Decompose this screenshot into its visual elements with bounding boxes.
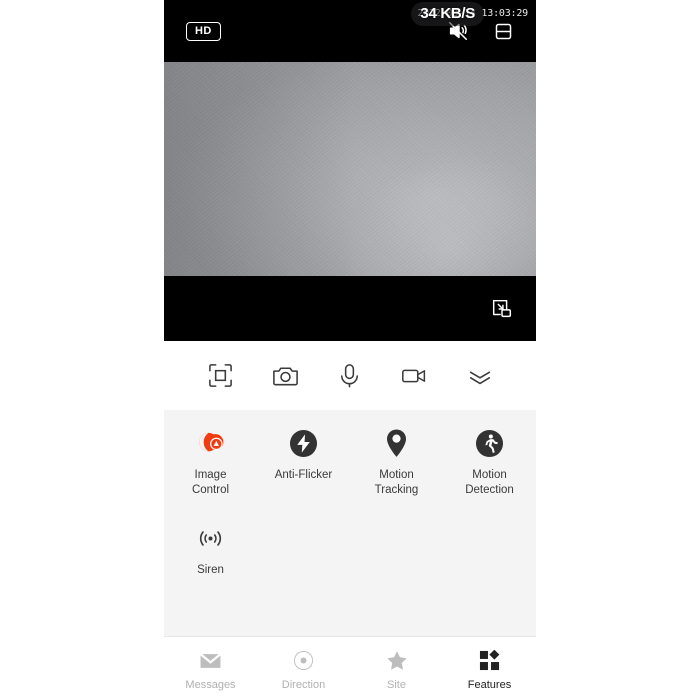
feature-motion-detection[interactable]: Motion Detection xyxy=(443,428,536,497)
nav-label: Site xyxy=(387,678,406,691)
anti-flicker-icon xyxy=(289,428,319,458)
motion-detection-icon xyxy=(475,428,505,458)
bandwidth-value: 34 KB/S xyxy=(420,5,475,22)
hd-quality-badge[interactable]: HD xyxy=(186,21,221,41)
nav-item-messages[interactable]: Messages xyxy=(164,650,257,691)
camera-app: HD 34 KB/S 13:03:29 Image Control Anti-F… xyxy=(164,0,536,700)
collapse-chevron-icon[interactable] xyxy=(457,353,503,399)
feature-label: Image Control xyxy=(191,469,230,496)
video-feed[interactable] xyxy=(164,62,536,276)
feature-anti-flicker[interactable]: Anti-Flicker xyxy=(257,428,350,497)
direction-pad-icon xyxy=(292,650,316,672)
camera-icon[interactable] xyxy=(262,353,308,399)
star-icon xyxy=(385,650,409,672)
picture-in-picture-icon[interactable] xyxy=(490,297,514,321)
siren-icon xyxy=(196,523,226,553)
nav-item-direction[interactable]: Direction xyxy=(257,650,350,691)
feature-label: Siren xyxy=(197,564,224,577)
feature-row-2: Siren xyxy=(164,523,536,578)
motion-tracking-icon xyxy=(382,428,412,458)
grid-icon xyxy=(478,650,502,672)
feature-label: Anti-Flicker xyxy=(274,469,333,481)
feature-image-control[interactable]: Image Control xyxy=(164,428,257,497)
nav-item-features[interactable]: Features xyxy=(443,650,536,691)
image-control-icon xyxy=(196,428,226,458)
feature-label: Motion Detection xyxy=(465,469,514,496)
player-bottom-bar xyxy=(164,276,536,341)
feature-slot-empty xyxy=(257,523,350,578)
video-camera-icon[interactable] xyxy=(392,353,438,399)
nav-item-site[interactable]: Site xyxy=(350,650,443,691)
video-player[interactable]: HD 34 KB/S 13:03:29 xyxy=(164,0,536,341)
microphone-icon[interactable] xyxy=(327,353,373,399)
feature-row-1: Image Control Anti-Flicker Motion Tracki… xyxy=(164,428,536,497)
video-vignette xyxy=(164,62,354,276)
bandwidth-indicator: 34 KB/S xyxy=(411,2,484,26)
feature-siren[interactable]: Siren xyxy=(164,523,257,578)
player-control-toolbar xyxy=(164,341,536,410)
feature-motion-tracking[interactable]: Motion Tracking xyxy=(350,428,443,497)
bottom-navigation: Messages Direction Site Features xyxy=(164,637,536,699)
split-screen-icon[interactable] xyxy=(493,21,514,42)
fullscreen-frame-icon[interactable] xyxy=(197,353,243,399)
nav-label: Direction xyxy=(281,678,326,691)
video-sheen xyxy=(304,113,536,276)
feature-label: Motion Tracking xyxy=(374,469,419,496)
feature-panel: Image Control Anti-Flicker Motion Tracki… xyxy=(164,410,536,637)
nav-label: Features xyxy=(467,678,512,691)
envelope-icon xyxy=(199,650,223,672)
feature-slot-empty xyxy=(443,523,536,578)
feature-slot-empty xyxy=(350,523,443,578)
nav-label: Messages xyxy=(185,678,236,691)
